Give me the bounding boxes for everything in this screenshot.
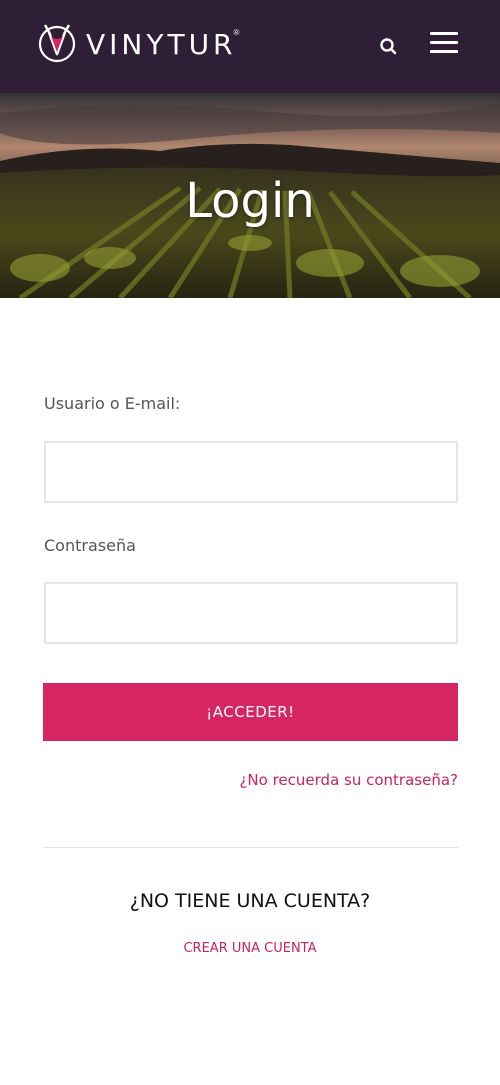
create-account-link[interactable]: CREAR UNA CUENTA (0, 941, 500, 956)
section-divider (43, 847, 458, 848)
username-label: Usuario o E-mail: (44, 394, 181, 413)
wine-glass-v-logo-icon (38, 24, 76, 63)
search-icon (380, 38, 397, 55)
login-submit-button[interactable]: ¡ACCEDER! (43, 683, 458, 741)
no-account-heading: ¿NO TIENE UNA CUENTA? (129, 890, 371, 912)
brand-logo[interactable]: VINYTUR ® (36, 22, 239, 66)
password-input[interactable] (44, 582, 458, 644)
menu-button[interactable] (428, 30, 460, 56)
brand-name: VINYTUR (86, 27, 237, 61)
hero-banner: Login (0, 93, 500, 298)
password-label: Contraseña (44, 536, 136, 555)
hamburger-menu-icon (430, 50, 458, 53)
site-header: VINYTUR ® (0, 0, 500, 93)
forgot-password-link[interactable]: ¿No recuerda su contraseña? (44, 771, 458, 789)
page-title: Login (185, 173, 315, 229)
registered-mark: ® (233, 27, 240, 37)
hamburger-menu-icon (430, 32, 458, 35)
username-input[interactable] (44, 441, 458, 503)
search-button[interactable] (376, 34, 400, 58)
hamburger-menu-icon (430, 41, 458, 44)
